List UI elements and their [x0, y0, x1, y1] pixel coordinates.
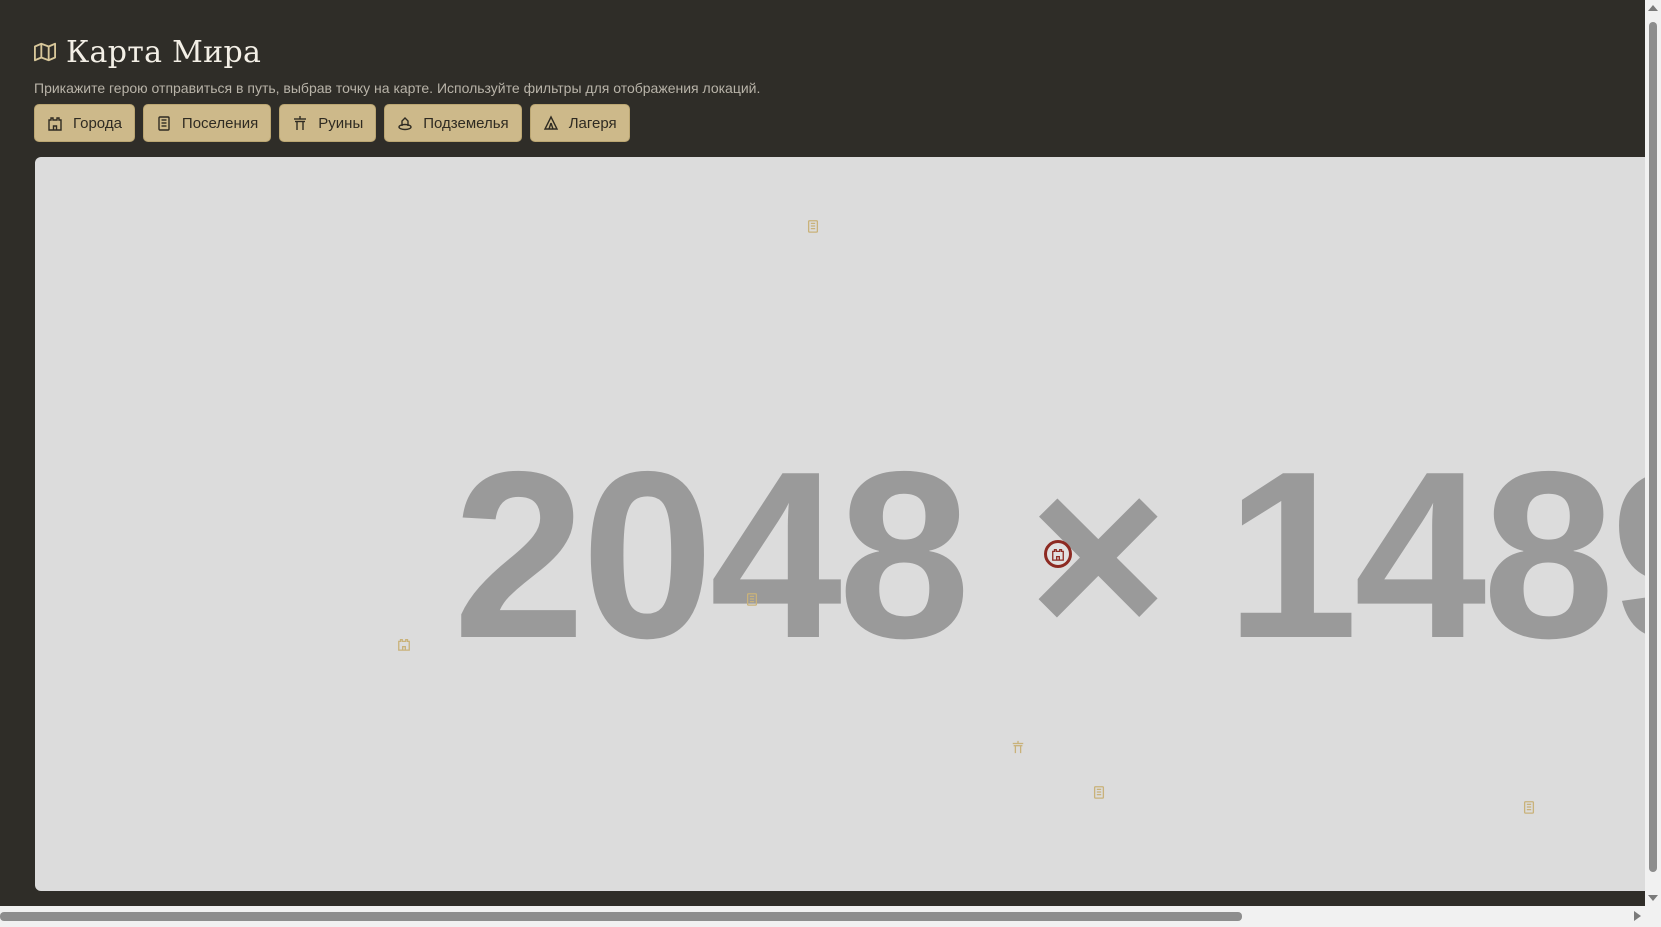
castle-icon — [47, 115, 63, 131]
map-marker-settlement[interactable] — [743, 590, 761, 608]
ruins-icon — [1012, 740, 1024, 754]
title-row: Карта Мира — [34, 28, 1534, 76]
scroll-right-arrow-icon[interactable] — [1634, 911, 1641, 921]
page-header: Карта Мира Прикажите герою отправиться в… — [34, 28, 1534, 96]
filter-dungeons-button[interactable]: Подземелья — [384, 104, 522, 142]
filter-camps-label: Лагеря — [568, 114, 617, 132]
vertical-scrollbar[interactable] — [1645, 0, 1661, 906]
map-marker-settlement[interactable] — [1520, 798, 1538, 816]
ruins-icon — [292, 115, 308, 131]
world-map[interactable]: 2048 × 1489 — [35, 157, 1645, 891]
vertical-scroll-thumb[interactable] — [1649, 22, 1657, 872]
scroll-up-arrow-icon[interactable] — [1648, 5, 1658, 11]
filter-dungeons-label: Подземелья — [423, 114, 509, 132]
world-map-page: Карта Мира Прикажите герою отправиться в… — [0, 0, 1661, 927]
filter-cities-button[interactable]: Города — [34, 104, 135, 142]
horizontal-scroll-thumb[interactable] — [0, 912, 1242, 921]
map-marker-city[interactable] — [395, 635, 413, 653]
map-icon — [34, 41, 56, 63]
tent-icon — [543, 115, 559, 131]
house-icon — [1093, 786, 1105, 799]
house-icon — [1523, 801, 1535, 814]
castle-icon — [398, 638, 410, 651]
house-icon — [807, 220, 819, 233]
scroll-down-arrow-icon[interactable] — [1648, 895, 1658, 901]
map-marker-settlement[interactable] — [804, 217, 822, 235]
page-title: Карта Мира — [66, 34, 262, 70]
filter-bar: Города Поселения Руины Подземелья Лагеря — [34, 104, 630, 142]
house-icon — [156, 115, 172, 131]
map-marker-city-selected[interactable] — [1044, 540, 1072, 568]
dungeon-icon — [397, 115, 413, 131]
filter-settlements-label: Поселения — [181, 114, 259, 132]
filter-ruins-label: Руины — [318, 114, 364, 132]
house-icon — [746, 593, 758, 606]
castle-icon — [1052, 548, 1064, 561]
filter-settlements-button[interactable]: Поселения — [142, 104, 272, 142]
page-subtitle: Прикажите герою отправиться в путь, выбр… — [34, 80, 761, 96]
filter-camps-button[interactable]: Лагеря — [529, 104, 630, 142]
filter-cities-label: Города — [73, 114, 122, 132]
horizontal-scrollbar[interactable] — [0, 906, 1661, 927]
map-marker-settlement[interactable] — [1090, 783, 1108, 801]
filter-ruins-button[interactable]: Руины — [279, 104, 377, 142]
map-marker-ruins[interactable] — [1009, 738, 1027, 756]
